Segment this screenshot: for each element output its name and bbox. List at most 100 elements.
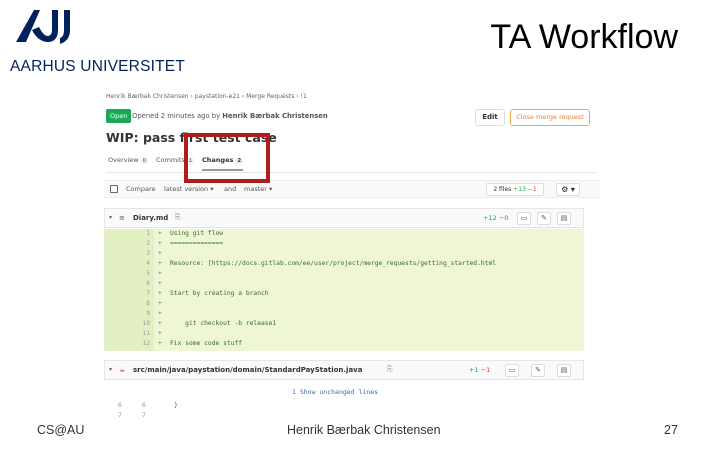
file-header[interactable]: ▾ ≡ Diary.md ⎘ +12 −0 ▭ ✎ ▤ (104, 208, 584, 228)
diff-sign: + (158, 330, 162, 337)
opened-info: Opened 2 minutes ago by Henrik Bærbak Ch… (132, 112, 328, 120)
new-line-number[interactable]: 6 (142, 402, 146, 409)
line-number[interactable]: 5 (132, 270, 150, 277)
old-line-number[interactable]: 6 (118, 402, 122, 409)
diff-view: 1 + Using git flow 2 + ============== 3 + 4 + R… (104, 229, 584, 351)
copy-icon[interactable]: ⎘ (387, 365, 393, 374)
logo-text: AARHUS UNIVERSITET (10, 58, 185, 75)
diff-line: 7 + Start by creating a branch (104, 290, 584, 300)
diff-line: 6 6} (104, 402, 584, 412)
show-unchanged-lines-link[interactable]: 1 Show unchanged lines (292, 388, 378, 396)
tab-label: Commits (156, 156, 185, 164)
comment-icon[interactable]: ▭ (505, 364, 519, 377)
diff-sign: + (158, 270, 162, 277)
diff-sign: + (158, 300, 162, 307)
additions-count: +13 (513, 186, 526, 193)
au-logo-mark-icon (16, 10, 70, 44)
line-number[interactable]: 7 (132, 290, 150, 297)
line-number[interactable]: 4 (132, 260, 150, 267)
status-badge: Open (106, 109, 132, 123)
diff-line: 1 + Using git flow (104, 230, 584, 240)
diff-line: 10 + git checkout -b release1 (104, 320, 584, 330)
version-dropdown[interactable]: latest version ▾ (164, 185, 213, 193)
line-number[interactable]: 9 (132, 310, 150, 317)
file-deletions: −1 (480, 366, 491, 374)
footer-author: Henrik Bærbak Christensen (287, 423, 441, 437)
file-additions: +1 (469, 366, 479, 374)
file-name[interactable]: Diary.md (133, 214, 168, 222)
code-line: Using git flow (170, 230, 224, 237)
code-line: ============== (170, 240, 224, 247)
compare-bar: Compare latest version ▾ and master ▾ 2 … (104, 180, 600, 198)
diff-context: 6 6} 77 (104, 400, 584, 420)
opened-text: Opened 2 minutes ago by (132, 112, 221, 120)
line-number[interactable]: 6 (132, 280, 150, 287)
code-line: Resource: [https://docs.gitlab.com/ee/us… (170, 260, 497, 267)
close-merge-request-button[interactable]: Close merge request (510, 109, 590, 126)
line-number[interactable]: 10 (132, 320, 150, 327)
mr-status-row: Open Opened 2 minutes ago by Henrik Bærb… (106, 109, 596, 126)
and-label: and (224, 185, 237, 193)
edit-button[interactable]: Edit (475, 109, 505, 126)
diff-sign: + (158, 340, 162, 347)
chevron-down-icon[interactable]: ▾ (109, 214, 112, 221)
author-link[interactable]: Henrik Bærbak Christensen (222, 112, 327, 120)
file-stats: +12 −0 (483, 214, 508, 222)
compare-label: Compare (126, 185, 156, 193)
diff-line: 8 + (104, 300, 584, 310)
edit-icon[interactable]: ✎ (531, 364, 545, 377)
java-file-icon: ☕ (119, 366, 126, 374)
line-number[interactable]: 1 (132, 230, 150, 237)
line-number[interactable]: 2 (132, 240, 150, 247)
target-branch-dropdown[interactable]: master ▾ (244, 185, 272, 193)
diff-line: 3 + (104, 250, 584, 260)
deletions-count: −1 (527, 186, 537, 193)
tab-count: 0 (140, 158, 149, 164)
diff-sign: + (158, 280, 162, 287)
comment-icon[interactable]: ▭ (517, 212, 531, 225)
file-icon: ≡ (119, 214, 125, 222)
old-line-number[interactable]: 7 (118, 412, 122, 419)
tab-label: Overview (108, 156, 139, 164)
diff-sign: + (158, 250, 162, 257)
code-line: Start by creating a branch (170, 290, 269, 297)
view-file-icon[interactable]: ▤ (557, 364, 571, 377)
diff-sign: + (158, 240, 162, 247)
aarhus-logo: AARHUS UNIVERSITET (8, 8, 185, 75)
line-number[interactable]: 11 (132, 330, 150, 337)
diff-sign: + (158, 310, 162, 317)
changes-tab-highlight-box (184, 133, 270, 183)
file-additions: +12 (483, 214, 497, 222)
new-line-number[interactable]: 7 (142, 412, 146, 419)
diff-sign: + (158, 320, 162, 327)
files-count: 2 files (493, 186, 512, 193)
line-number[interactable]: 8 (132, 300, 150, 307)
tab-overview[interactable]: Overview 0 (108, 156, 149, 164)
gitlab-screenshot: Henrik Bærbak Christensen › paystation-e… (96, 88, 606, 420)
file-tree-toggle-icon[interactable] (110, 185, 118, 193)
diff-line: 11 + (104, 330, 584, 340)
line-number[interactable]: 3 (132, 250, 150, 257)
file-name[interactable]: src/main/java/paystation/domain/Standard… (133, 366, 362, 374)
files-summary-button[interactable]: 2 files +13 −1 (486, 183, 544, 196)
file-header[interactable]: ▾ ☕ src/main/java/paystation/domain/Stan… (104, 360, 584, 380)
diff-line: 4 + Resource: [https://docs.gitlab.com/ee/… (104, 260, 584, 270)
view-file-icon[interactable]: ▤ (557, 212, 571, 225)
slide-title: TA Workflow (490, 18, 678, 56)
diff-sign: + (158, 260, 162, 267)
mr-tabs: Overview 0 Commits 1 Changes 2 (106, 151, 596, 173)
chevron-down-icon[interactable]: ▾ (109, 366, 112, 373)
code-line: } (174, 402, 178, 409)
breadcrumb[interactable]: Henrik Bærbak Christensen › paystation-e… (106, 93, 307, 100)
footer-left: CS@AU (37, 423, 85, 437)
file-stats: +1 −1 (469, 366, 490, 374)
file-deletions: −0 (498, 214, 509, 222)
line-number[interactable]: 12 (132, 340, 150, 347)
edit-icon[interactable]: ✎ (537, 212, 551, 225)
diff-sign: + (158, 230, 162, 237)
page-number: 27 (664, 423, 678, 437)
diff-line: 77 (104, 412, 584, 420)
diff-line: 6 + (104, 280, 584, 290)
copy-icon[interactable]: ⎘ (175, 213, 181, 222)
gear-icon[interactable]: ⚙ ▾ (556, 183, 580, 196)
